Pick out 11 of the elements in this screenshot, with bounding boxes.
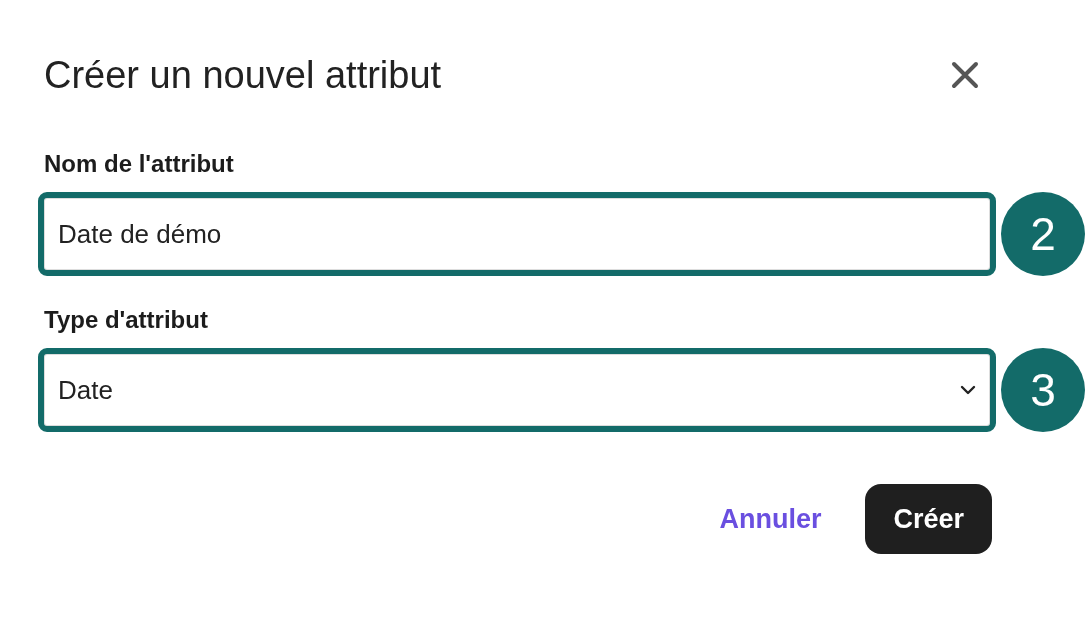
dialog-title: Créer un nouvel attribut — [44, 53, 442, 97]
close-icon[interactable] — [950, 60, 980, 90]
input-field[interactable]: Date de démo — [38, 192, 996, 276]
step-badge: 2 — [1001, 192, 1085, 276]
step-badge: 3 — [1001, 348, 1085, 432]
create-button[interactable]: Créer — [865, 484, 992, 554]
select-field[interactable]: Date — [38, 348, 996, 432]
field-label: Type d'attribut — [44, 306, 209, 334]
cancel-link[interactable]: Annuler — [719, 497, 822, 541]
chevron-down-icon — [960, 385, 976, 395]
field-label: Nom de l'attribut — [44, 150, 235, 178]
